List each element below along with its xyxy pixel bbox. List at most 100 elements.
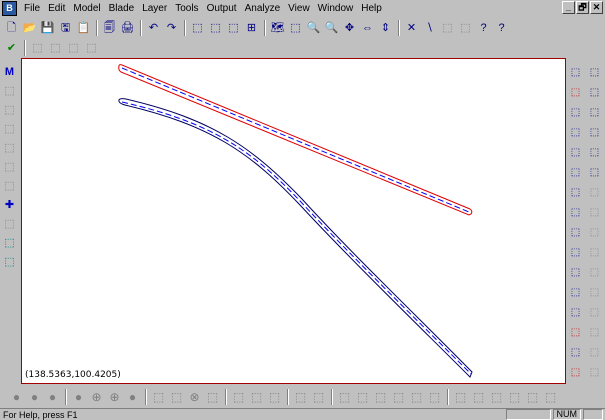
right-tool-12-icon[interactable]: ⬚ xyxy=(586,164,603,181)
copy-icon[interactable]: 🗐 xyxy=(101,20,118,37)
right-tool-27-icon[interactable]: ⬚ xyxy=(567,324,584,341)
close-icon[interactable]: ✕ xyxy=(590,1,603,14)
diagonal-line-icon[interactable]: ∖ xyxy=(421,20,438,37)
grid-icon[interactable]: ⊞ xyxy=(243,20,260,37)
frame-split-icon[interactable]: ⬚ xyxy=(207,20,224,37)
bottom-tool-13-icon[interactable]: ⬚ xyxy=(248,389,265,406)
tool-8-icon[interactable]: ⬚ xyxy=(1,216,18,233)
bottom-tool-11-icon[interactable]: ⬚ xyxy=(204,389,221,406)
pan-icon[interactable]: ✥ xyxy=(341,20,358,37)
save-as-icon[interactable]: 🖫 xyxy=(57,20,74,37)
right-tool-20-icon[interactable]: ⬚ xyxy=(586,244,603,261)
right-tool-31-icon[interactable]: ⬚ xyxy=(567,364,584,381)
vertical-arrow-icon[interactable]: ⇕ xyxy=(377,20,394,37)
right-tool-4-icon[interactable]: ⬚ xyxy=(586,84,603,101)
bottom-tool-14-icon[interactable]: ⬚ xyxy=(266,389,283,406)
tool-4-icon[interactable]: ⬚ xyxy=(1,140,18,157)
right-tool-24-icon[interactable]: ⬚ xyxy=(586,284,603,301)
bottom-tool-25-icon[interactable]: ⬚ xyxy=(488,389,505,406)
restore-icon[interactable]: 🗗 xyxy=(576,1,589,14)
help-icon[interactable]: ? xyxy=(493,20,510,37)
paste-icon[interactable]: 📋 xyxy=(75,20,92,37)
add-point-icon[interactable]: ✚ xyxy=(1,197,18,214)
app-icon[interactable]: B xyxy=(2,1,17,16)
horizontal-arrow-icon[interactable]: ⇔ xyxy=(359,20,376,37)
bottom-tool-12-icon[interactable]: ⬚ xyxy=(230,389,247,406)
tool-2-icon[interactable]: ⬚ xyxy=(1,102,18,119)
menu-edit[interactable]: Edit xyxy=(44,1,69,17)
right-tool-15-icon[interactable]: ⬚ xyxy=(567,204,584,221)
menu-blade[interactable]: Blade xyxy=(105,1,139,17)
cross-icon[interactable]: ✕ xyxy=(403,20,420,37)
tool-6-icon[interactable]: ⬚ xyxy=(1,178,18,195)
menu-output[interactable]: Output xyxy=(203,1,241,17)
right-tool-17-icon[interactable]: ⬚ xyxy=(567,224,584,241)
right-tool-21-icon[interactable]: ⬚ xyxy=(567,264,584,281)
menu-tools[interactable]: Tools xyxy=(171,1,202,17)
bottom-tool-10-icon[interactable]: ⊗ xyxy=(186,389,203,406)
bottom-tool-21-icon[interactable]: ⬚ xyxy=(408,389,425,406)
bottom-tool-9-icon[interactable]: ⬚ xyxy=(168,389,185,406)
right-tool-5-icon[interactable]: ⬚ xyxy=(567,104,584,121)
tool-5-icon[interactable]: ⬚ xyxy=(1,159,18,176)
bottom-tool-20-icon[interactable]: ⬚ xyxy=(390,389,407,406)
checkmark-icon[interactable]: ✔ xyxy=(3,40,20,57)
frame-icon[interactable]: ⬚ xyxy=(189,20,206,37)
layers-icon[interactable]: ⬚ xyxy=(439,20,456,37)
bottom-tool-16-icon[interactable]: ⬚ xyxy=(310,389,327,406)
right-tool-16-icon[interactable]: ⬚ xyxy=(586,204,603,221)
model-icon[interactable]: M xyxy=(1,64,18,81)
right-tool-1-icon[interactable]: ⬚ xyxy=(567,64,584,81)
right-tool-32-icon[interactable]: ⬚ xyxy=(586,364,603,381)
bottom-tool-28-icon[interactable]: ⬚ xyxy=(542,389,559,406)
blade-ratio-icon[interactable]: ⬚ xyxy=(83,40,100,57)
drawing-canvas[interactable]: (138.5363,100.4205) xyxy=(21,58,566,384)
bottom-tool-6-icon[interactable]: ⊕ xyxy=(106,389,123,406)
tool-3-icon[interactable]: ⬚ xyxy=(1,121,18,138)
right-tool-11-icon[interactable]: ⬚ xyxy=(567,164,584,181)
save-icon[interactable]: 💾 xyxy=(39,20,56,37)
right-tool-19-icon[interactable]: ⬚ xyxy=(567,244,584,261)
menu-view[interactable]: View xyxy=(284,1,314,17)
bottom-tool-2-icon[interactable]: ● xyxy=(26,389,43,406)
bottom-tool-7-icon[interactable]: ● xyxy=(124,389,141,406)
right-tool-7-icon[interactable]: ⬚ xyxy=(567,124,584,141)
print-icon[interactable]: 🖨 xyxy=(119,20,136,37)
right-tool-8-icon[interactable]: ⬚ xyxy=(586,124,603,141)
right-tool-13-icon[interactable]: ⬚ xyxy=(567,184,584,201)
right-tool-3-icon[interactable]: ⬚ xyxy=(567,84,584,101)
new-file-icon[interactable]: 🗋 xyxy=(3,20,20,37)
open-folder-icon[interactable]: 📂 xyxy=(21,20,38,37)
menu-layer[interactable]: Layer xyxy=(138,1,171,17)
bottom-tool-5-icon[interactable]: ⊕ xyxy=(88,389,105,406)
blade-edit-icon[interactable]: ⬚ xyxy=(47,40,64,57)
minimize-icon[interactable]: _ xyxy=(562,1,575,14)
bottom-tool-4-icon[interactable]: ● xyxy=(70,389,87,406)
right-tool-30-icon[interactable]: ⬚ xyxy=(586,344,603,361)
bottom-tool-3-icon[interactable]: ● xyxy=(44,389,61,406)
context-help-icon[interactable]: ? xyxy=(475,20,492,37)
bottom-tool-19-icon[interactable]: ⬚ xyxy=(372,389,389,406)
bottom-tool-26-icon[interactable]: ⬚ xyxy=(506,389,523,406)
right-tool-9-icon[interactable]: ⬚ xyxy=(567,144,584,161)
menu-window[interactable]: Window xyxy=(314,1,358,17)
blade-tool-icon[interactable]: ⬚ xyxy=(29,40,46,57)
menu-file[interactable]: File xyxy=(20,1,44,17)
right-tool-18-icon[interactable]: ⬚ xyxy=(586,224,603,241)
import-icon[interactable]: ⬚ xyxy=(1,254,18,271)
right-tool-23-icon[interactable]: ⬚ xyxy=(567,284,584,301)
right-tool-22-icon[interactable]: ⬚ xyxy=(586,264,603,281)
menu-analyze[interactable]: Analyze xyxy=(241,1,285,17)
right-tool-29-icon[interactable]: ⬚ xyxy=(567,344,584,361)
zoom-window-icon[interactable]: ⬚ xyxy=(287,20,304,37)
properties-icon[interactable]: ⬚ xyxy=(457,20,474,37)
right-tool-6-icon[interactable]: ⬚ xyxy=(586,104,603,121)
bottom-tool-24-icon[interactable]: ⬚ xyxy=(470,389,487,406)
menu-help[interactable]: Help xyxy=(357,1,386,17)
right-tool-2-icon[interactable]: ⬚ xyxy=(586,64,603,81)
bottom-tool-18-icon[interactable]: ⬚ xyxy=(354,389,371,406)
right-tool-26-icon[interactable]: ⬚ xyxy=(586,304,603,321)
export-icon[interactable]: ⬚ xyxy=(1,235,18,252)
zoom-out-icon[interactable]: 🔍 xyxy=(323,20,340,37)
right-tool-25-icon[interactable]: ⬚ xyxy=(567,304,584,321)
